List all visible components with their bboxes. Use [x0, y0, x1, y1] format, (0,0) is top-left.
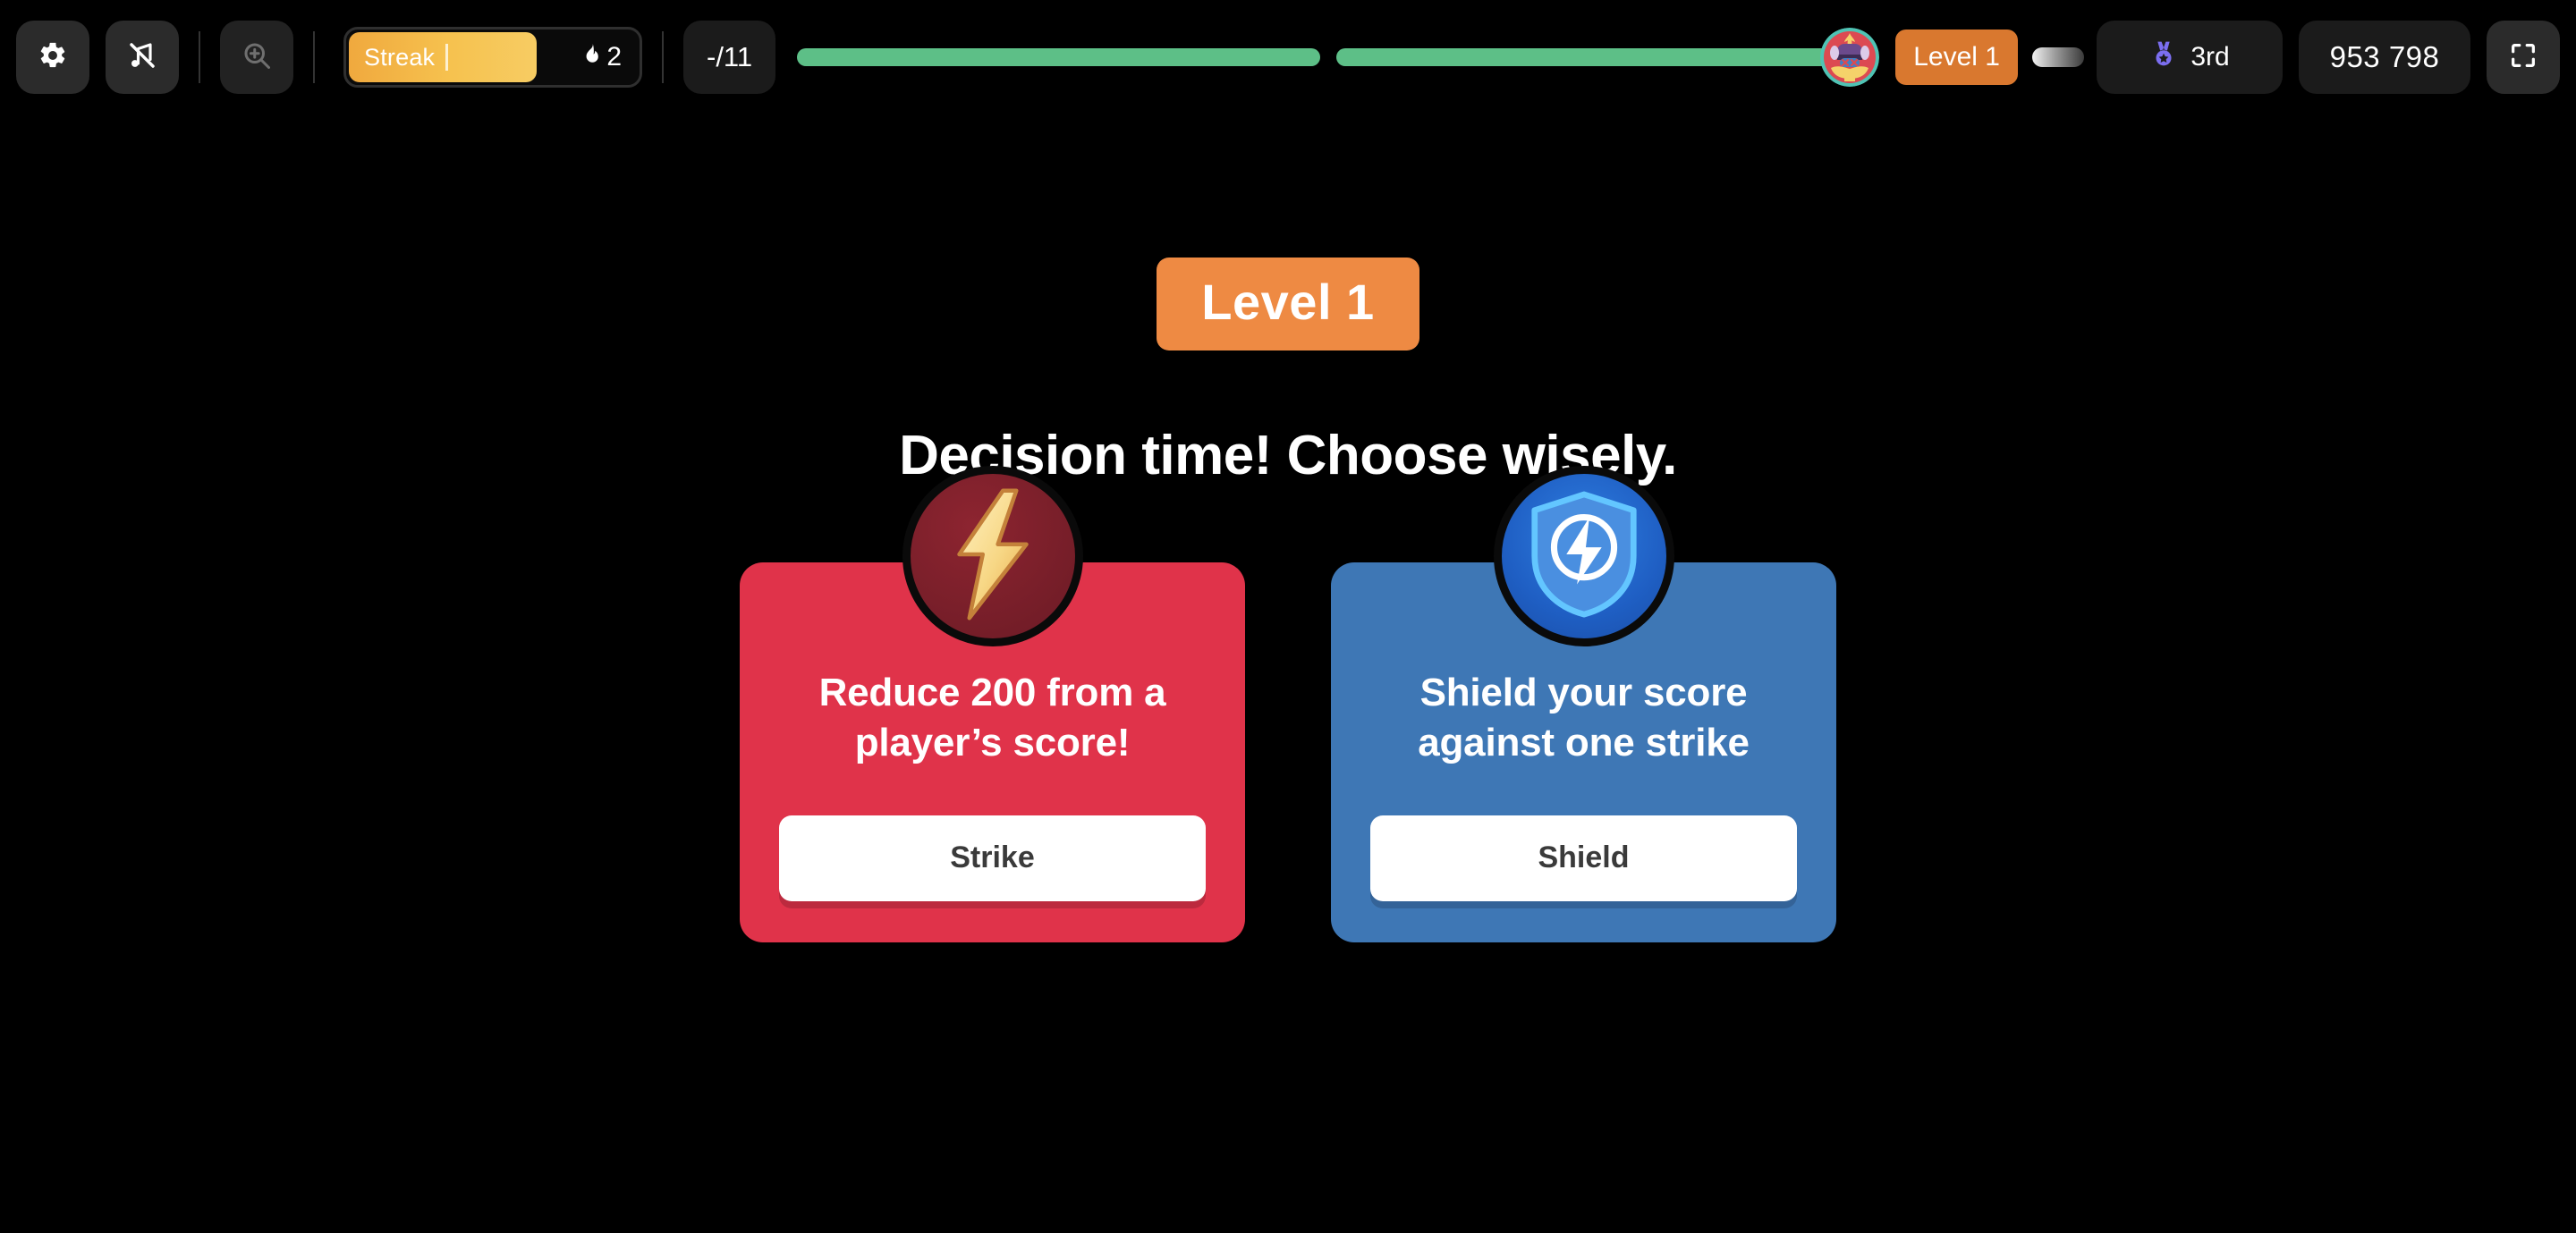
shield-card[interactable]: Shield your score against one strike Shi… [1331, 466, 1836, 942]
level-progress-pill [2032, 47, 2084, 67]
shield-emblem [1493, 466, 1674, 646]
toolbar-divider-2 [313, 31, 315, 83]
toolbar-divider-1 [199, 31, 200, 83]
lightning-bolt-icon [939, 487, 1046, 626]
strike-card[interactable]: Reduce 200 from a player’s score! Strike [740, 466, 1245, 942]
progress-segment-1 [797, 48, 1321, 66]
zoom-in-button[interactable] [220, 21, 293, 94]
medal-icon [2149, 38, 2178, 76]
streak-meter: Streak 2 [343, 27, 642, 88]
top-toolbar: Streak 2 -/11 Level 1 3rd 953 798 [0, 0, 2576, 114]
level-chip: Level 1 [1895, 30, 2018, 85]
strike-emblem [902, 466, 1083, 646]
avatar[interactable] [1820, 28, 1880, 87]
game-stage: Level 1 Decision time! Choose wisely. Re… [0, 114, 2576, 1233]
streak-count-value: 2 [606, 42, 622, 72]
progress-bars [775, 48, 1860, 66]
strike-description: Reduce 200 from a player’s score! [818, 671, 1166, 765]
toolbar-divider-3 [662, 31, 664, 83]
shield-bolt-icon [1527, 487, 1641, 626]
streak-caret [445, 44, 449, 71]
streak-label: Streak [364, 43, 436, 71]
strike-button[interactable]: Strike [779, 815, 1206, 901]
streak-count: 2 [580, 40, 622, 74]
settings-button[interactable] [16, 21, 89, 94]
question-counter: -/11 [683, 21, 776, 94]
sound-toggle-button[interactable] [106, 21, 179, 94]
shield-button[interactable]: Shield [1370, 815, 1797, 901]
level-banner: Level 1 [1157, 258, 1419, 350]
rank-label: 3rd [2190, 42, 2230, 72]
fullscreen-icon [2508, 40, 2538, 75]
progress-segment-2 [1336, 48, 1860, 66]
score-chip: 953 798 [2299, 21, 2470, 94]
gear-icon [38, 40, 68, 75]
flame-icon [580, 40, 603, 74]
rank-chip: 3rd [2097, 21, 2283, 94]
music-off-icon [126, 39, 158, 76]
fullscreen-button[interactable] [2487, 21, 2560, 94]
shield-description: Shield your score against one strike [1418, 671, 1750, 765]
zoom-in-icon [241, 39, 273, 76]
choice-cards: Reduce 200 from a player’s score! Strike… [740, 466, 1836, 942]
